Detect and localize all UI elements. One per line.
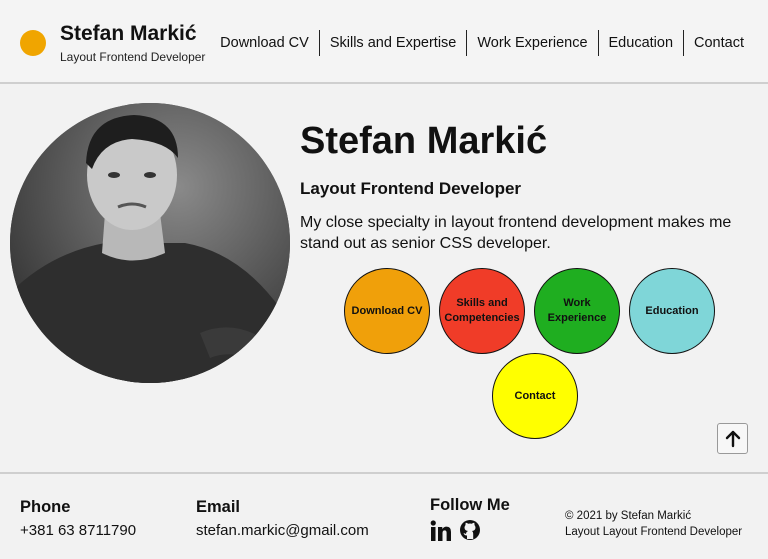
logo-dot <box>20 30 46 56</box>
phone-heading: Phone <box>20 498 71 516</box>
copyright-text: © 2021 by Stefan Markić <box>565 510 692 522</box>
hero-description: My close specialty in layout frontend de… <box>300 214 732 252</box>
contact-button[interactable]: Contact <box>492 353 578 439</box>
brand-role: Layout Frontend Developer <box>60 50 206 64</box>
work-experience-button[interactable]: Work Experience <box>534 268 620 354</box>
email-heading: Email <box>196 498 241 516</box>
github-icon[interactable] <box>459 519 481 541</box>
linkedin-icon[interactable] <box>430 520 452 542</box>
site-header: Stefan Markić Layout Frontend Developer … <box>0 0 768 84</box>
hero-role: Layout Frontend Developer <box>300 179 522 198</box>
profile-photo-illustration <box>10 103 290 383</box>
skills-button[interactable]: Skills and Competencies <box>439 268 525 354</box>
email-address[interactable]: stefan.markic@gmail.com <box>196 522 369 539</box>
follow-heading: Follow Me <box>430 496 510 514</box>
download-cv-button[interactable]: Download CV <box>344 268 430 354</box>
hero-name: Stefan Markić <box>300 120 548 162</box>
nav-skills[interactable]: Skills and Expertise <box>320 30 467 56</box>
nav-work-experience[interactable]: Work Experience <box>467 30 597 56</box>
phone-number[interactable]: +381 63 8711790 <box>20 522 136 539</box>
arrow-up-icon <box>725 430 740 447</box>
education-button[interactable]: Education <box>629 268 715 354</box>
site-footer: Phone +381 63 8711790 Email stefan.marki… <box>0 472 768 559</box>
brand-name[interactable]: Stefan Markić <box>60 22 197 46</box>
profile-photo <box>10 103 290 383</box>
scroll-to-top-button[interactable] <box>717 423 748 454</box>
main-nav: Download CV Skills and Expertise Work Ex… <box>210 30 754 56</box>
nav-contact[interactable]: Contact <box>684 30 754 56</box>
footer-tagline: Layout Layout Frontend Developer <box>565 526 743 538</box>
nav-education[interactable]: Education <box>599 30 684 56</box>
nav-download-cv[interactable]: Download CV <box>210 30 319 56</box>
